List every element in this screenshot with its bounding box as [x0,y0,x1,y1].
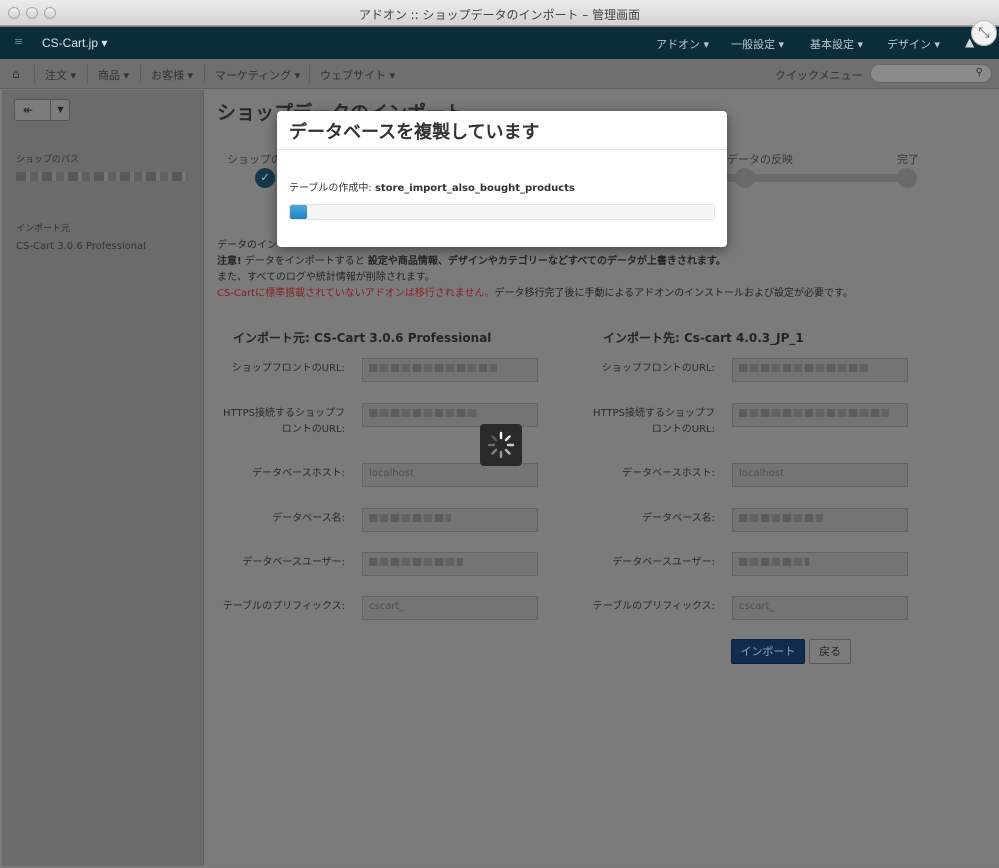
topnav-general-settings[interactable]: 一般設定 ▾ [731,36,784,52]
step-dot-done [897,168,917,188]
source-label: インポート元 [16,224,71,234]
shop-path-value [16,172,188,181]
import-button[interactable]: インポート [731,639,805,664]
step-label-done: 完了 [897,153,919,166]
home-icon[interactable]: ⌂ [12,67,20,81]
target-https-url-input[interactable] [732,403,908,427]
source-db-host-label: データベースホスト: [252,468,345,479]
loading-spinner-icon [480,424,522,466]
info-intro: データのイン [217,240,277,251]
topnav-basic-settings[interactable]: 基本設定 ▾ [810,36,863,52]
check-icon: ✓ [255,168,275,188]
nav-orders[interactable]: 注文 ▾ [45,67,76,83]
dialog-title: データベースを複製しています [289,122,540,143]
target-prefix-label: テーブルのプリフィックス: [592,601,715,612]
copy-progress-bar [289,204,715,220]
window-title: アドオン :: ショップデータのインポート – 管理画面 [358,8,641,22]
dialog-header: データベースを複製しています [277,111,727,150]
source-storefront-url-label: ショップフロントのURL: [231,363,345,374]
store-switcher[interactable]: CS-Cart.jp ▾ [42,36,107,50]
target-storefront-url-label: ショップフロントのURL: [601,363,715,374]
target-storefront-url-input[interactable] [732,358,908,382]
target-db-name-label: データベース名: [642,513,715,524]
fullscreen-icon[interactable]: ⤡ [971,20,997,46]
window-titlebar: アドオン :: ショップデータのインポート – 管理画面 [0,0,999,26]
dialog-body: テーブルの作成中: store_import_also_bought_produ… [277,150,727,220]
back-button-group[interactable]: ↞ ▼ [14,99,70,121]
target-https-url-label: HTTPS接続するショップフ ロントのURL: [593,408,715,435]
topnav-addons[interactable]: アドオン ▾ [656,36,709,52]
info-addons: CS-Cartに標準搭載されていないアドオンは移行されません。データ移行完了後に… [217,288,853,299]
copy-database-dialog: データベースを複製しています テーブルの作成中: store_import_al… [277,111,727,247]
target-prefix-input[interactable]: cscart_ [732,596,908,620]
step-label-first: ショップの [227,153,282,166]
source-storefront-url-input[interactable] [362,358,538,382]
source-https-url-label: HTTPS接続するショップフ ロントのURL: [223,408,345,435]
nav-customers[interactable]: お客様 ▾ [151,67,193,83]
source-db-name-label: データベース名: [272,513,345,524]
topnav-design[interactable]: デザイン ▾ [887,36,940,52]
dialog-status-text: テーブルの作成中: store_import_also_bought_produ… [289,183,575,194]
source-db-host-input[interactable]: localhost [362,463,538,487]
source-db-user-label: データベースユーザー: [242,557,345,568]
shop-path-label: ショップのパス [16,155,80,165]
chevron-down-icon[interactable]: ▼ [50,100,70,120]
admin-topbar: ≡ CS-Cart.jp ▾ アドオン ▾ 一般設定 ▾ 基本設定 ▾ デザイン… [0,27,999,59]
source-db-name-input[interactable] [362,508,538,532]
menu-icon[interactable]: ≡ [14,35,23,48]
source-value: CS-Cart 3.0.6 Professional [16,241,146,252]
copy-progress-fill [290,205,307,219]
nav-website[interactable]: ウェブサイト ▾ [320,67,395,83]
target-db-name-input[interactable] [732,508,908,532]
target-column-title: インポート先: Cs-cart 4.0.3_JP_1 [603,331,804,345]
quick-menu[interactable]: クイックメニュー [775,67,863,83]
source-db-user-input[interactable] [362,552,538,576]
back-button[interactable]: 戻る [809,639,851,664]
sidebar: ↞ ▼ ショップのパス インポート元 CS-Cart 3.0.6 Profess… [2,90,204,866]
source-prefix-label: テーブルのプリフィックス: [222,601,345,612]
target-db-host-input[interactable]: localhost [732,463,908,487]
target-db-user-label: データベースユーザー: [612,557,715,568]
search-input[interactable]: ⚲ [870,64,992,83]
source-prefix-input[interactable]: cscart_ [362,596,538,620]
main-navbar: ⌂ 注文 ▾ 商品 ▾ お客様 ▾ マーケティング ▾ ウェブサイト ▾ クイッ… [0,59,999,89]
nav-marketing[interactable]: マーケティング ▾ [215,67,300,83]
info-warning: 注意! データをインポートすると 設定や商品情報、デザインやカテゴリーなどすべて… [217,256,726,267]
step-dot-reflect [735,168,755,188]
target-db-user-input[interactable] [732,552,908,576]
nav-products[interactable]: 商品 ▾ [98,67,129,83]
back-arrow-icon[interactable]: ↞ [23,103,33,117]
source-column-title: インポート元: CS-Cart 3.0.6 Professional [233,331,492,345]
info-logs: また、すべてのログや統計情報が削除されます。 [217,272,435,283]
step-label-reflect: データの反映 [727,153,793,166]
target-db-host-label: データベースホスト: [622,468,715,479]
current-table-name: store_import_also_bought_products [374,183,575,194]
search-icon[interactable]: ⚲ [976,67,983,78]
